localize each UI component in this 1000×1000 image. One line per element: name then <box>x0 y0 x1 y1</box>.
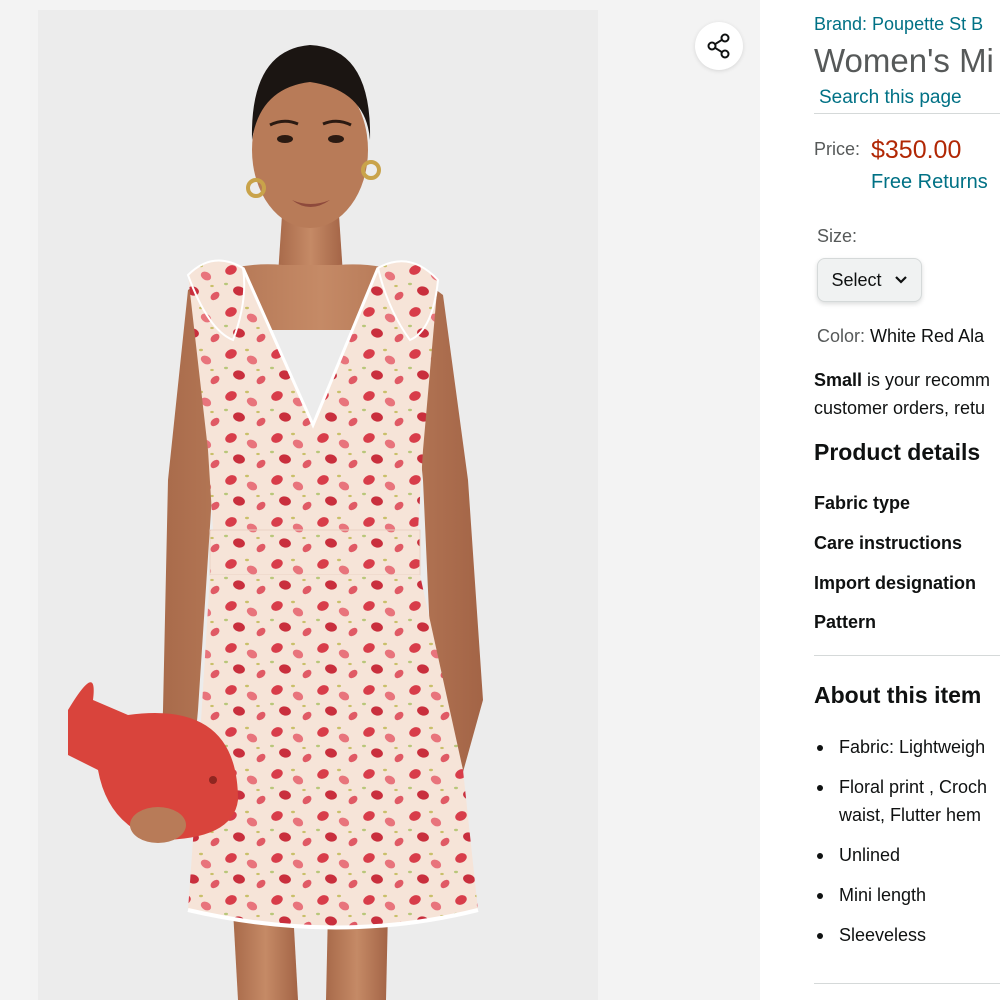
product-title: Women's Mi <box>814 42 994 79</box>
bullet-text: waist, Flutter hem <box>839 805 982 825</box>
recommendation-text-1: is your recomm <box>862 370 991 390</box>
brand-link[interactable]: Brand: Poupette St B <box>814 14 983 35</box>
detail-row-import-designation: Import designation <box>814 573 976 593</box>
detail-row-care-instructions: Care instructions <box>814 533 963 553</box>
search-this-page-link[interactable]: Search this page <box>819 87 962 109</box>
color-label: Color: <box>817 326 866 346</box>
divider <box>814 113 1000 114</box>
product-details-heading: Product details <box>814 439 981 465</box>
product-main-image[interactable] <box>38 10 598 1000</box>
bullet-icon <box>817 893 823 899</box>
recommendation-text-2: customer orders, retu <box>814 398 986 418</box>
bullet-text: Unlined <box>839 845 901 865</box>
price-label: Price: <box>814 139 861 159</box>
size-dropdown-value: Select <box>831 269 882 290</box>
share-button[interactable] <box>695 22 743 70</box>
share-icon <box>707 33 730 59</box>
size-dropdown[interactable]: Select <box>817 258 922 302</box>
image-gallery <box>0 0 760 1000</box>
price-value: $350.00 <box>871 136 962 164</box>
bullet-text: Floral print , Croch <box>839 777 988 797</box>
divider <box>814 655 1000 656</box>
size-label: Size: <box>817 226 858 246</box>
bullet-text: Fabric: Lightweigh <box>839 737 986 757</box>
color-value: White Red Ala <box>870 326 985 346</box>
bullet-text: Mini length <box>839 885 927 905</box>
free-returns-link[interactable]: Free Returns <box>871 171 988 194</box>
bullet-icon <box>817 853 823 859</box>
product-info-panel: Brand: Poupette St B Women's Mi Search t… <box>760 0 1000 1000</box>
bullet-icon <box>817 933 823 939</box>
bullet-icon <box>817 785 823 791</box>
divider <box>814 983 1000 984</box>
recommended-size: Small <box>814 370 863 390</box>
chevron-down-icon <box>894 276 907 284</box>
size-recommendation: Small is your recomm customer orders, re… <box>814 366 990 422</box>
model-in-floral-dress-photo <box>38 10 598 1000</box>
about-this-item-heading: About this item <box>814 682 982 708</box>
color-line: Color: White Red Ala <box>817 326 984 347</box>
bullet-text: Sleeveless <box>839 925 927 945</box>
detail-row-fabric-type: Fabric type <box>814 493 911 513</box>
detail-row-pattern: Pattern <box>814 612 877 632</box>
bullet-icon <box>817 745 823 751</box>
